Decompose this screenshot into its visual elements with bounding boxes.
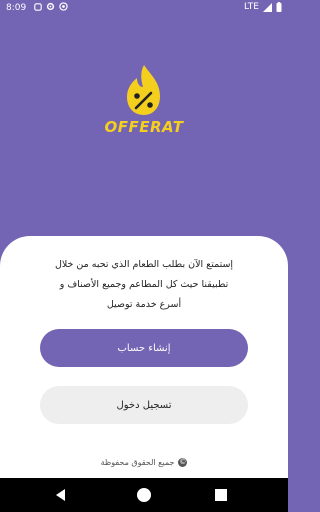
welcome-text: إستمتع الآن بطلب الطعام الذي تحبه من خلا…	[38, 255, 250, 315]
login-button[interactable]: تسجيل دخول	[40, 386, 248, 424]
battery-icon	[276, 2, 282, 12]
recents-icon[interactable]	[215, 489, 227, 501]
fire-percent-icon	[127, 65, 160, 115]
welcome-line-1: إستمتع الآن بطلب الطعام الذي تحبه من خلا…	[54, 259, 234, 270]
back-icon[interactable]	[56, 489, 65, 501]
welcome-line-2: تطبيقنا حيث كل المطاعم وجميع الأصناف و	[59, 279, 229, 290]
signal-icon	[263, 2, 272, 12]
settings-icon	[34, 2, 42, 11]
gear-icon	[46, 2, 55, 11]
footer: جميع الحقوق محفوظة ©	[0, 458, 288, 467]
copyright-text: جميع الحقوق محفوظة	[100, 458, 175, 467]
create-account-button[interactable]: إنشاء حساب	[40, 329, 248, 367]
copyright-icon: ©	[178, 458, 188, 467]
brand-name: OFFERAT	[104, 118, 184, 136]
status-bar: 8:09 LTE	[0, 0, 288, 18]
navigation-bar	[0, 478, 288, 512]
at-icon	[59, 2, 68, 11]
home-icon[interactable]	[137, 488, 151, 502]
status-time: 8:09	[6, 3, 27, 13]
welcome-line-3: أسرع خدمة توصيل	[106, 299, 182, 310]
network-label: LTE	[244, 2, 259, 12]
